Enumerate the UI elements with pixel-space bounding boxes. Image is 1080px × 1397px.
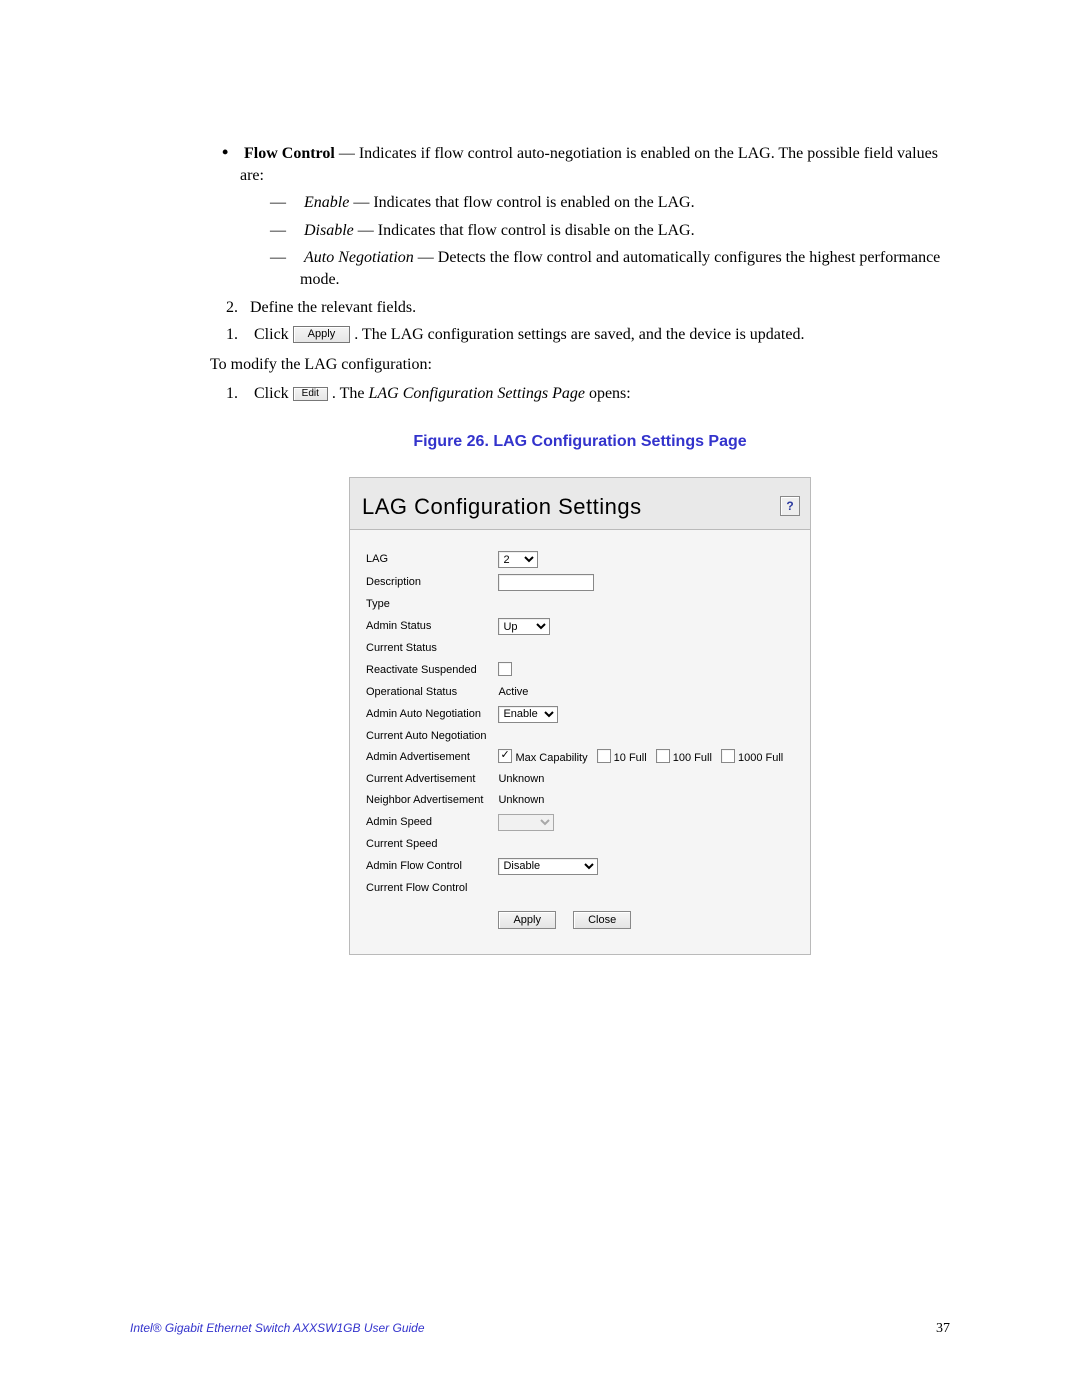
- adv-10full-label: 10 Full: [614, 752, 647, 764]
- footer-title: Intel® Gigabit Ethernet Switch AXXSW1GB …: [130, 1321, 425, 1337]
- reactivate-label: Reactivate Suspended: [362, 659, 494, 682]
- admin-auto-neg-label: Admin Auto Negotiation: [362, 703, 494, 726]
- step-m1-c: opens:: [585, 385, 631, 402]
- step3-b: . The LAG configuration settings are sav…: [354, 326, 804, 343]
- reactivate-checkbox[interactable]: [498, 662, 512, 676]
- admin-speed-select: [498, 814, 554, 831]
- admin-advert-label: Admin Advertisement: [362, 746, 494, 769]
- neighbor-advert-value: Unknown: [494, 790, 793, 811]
- panel-title: LAG Configuration Settings: [362, 492, 642, 522]
- admin-advert-value: Max Capability 10 Full 100 Full 1000 Ful…: [494, 746, 793, 769]
- current-advert-value: Unknown: [494, 769, 793, 790]
- description-label: Description: [362, 571, 494, 594]
- current-advert-label: Current Advertisement: [362, 769, 494, 790]
- neighbor-advert-label: Neighbor Advertisement: [362, 790, 494, 811]
- fc-enable-item: Enable — Indicates that flow control is …: [300, 192, 950, 214]
- current-speed-label: Current Speed: [362, 834, 494, 855]
- page-footer: Intel® Gigabit Ethernet Switch AXXSW1GB …: [130, 1321, 950, 1337]
- flow-control-item: Flow Control — Indicates if flow control…: [240, 140, 950, 291]
- op-status-value: Active: [494, 682, 793, 703]
- description-input[interactable]: [498, 574, 594, 591]
- adv-100full-label: 100 Full: [673, 752, 712, 764]
- op-status-label: Operational Status: [362, 682, 494, 703]
- adv-1000full-label: 1000 Full: [738, 752, 783, 764]
- current-flow-control-label: Current Flow Control: [362, 878, 494, 899]
- fc-auto-item: Auto Negotiation — Detects the flow cont…: [300, 247, 950, 290]
- current-status-value: [494, 638, 793, 659]
- step-3: Click Apply . The LAG configuration sett…: [250, 324, 950, 346]
- current-flow-control-value: [494, 878, 793, 899]
- lag-config-panel: LAG Configuration Settings ? LAG 2 Descr: [349, 477, 811, 955]
- adv-maxcap-label: Max Capability: [515, 752, 587, 764]
- type-label: Type: [362, 594, 494, 615]
- adv-maxcap-checkbox[interactable]: [498, 749, 512, 763]
- apply-button-inline[interactable]: Apply: [293, 326, 351, 343]
- fc-disable-term: Disable: [304, 222, 354, 239]
- admin-flow-control-select[interactable]: Disable: [498, 858, 598, 875]
- current-auto-neg-value: [494, 726, 793, 747]
- document-body: Flow Control — Indicates if flow control…: [210, 140, 950, 955]
- adv-1000full-checkbox[interactable]: [721, 749, 735, 763]
- admin-status-select[interactable]: Up: [498, 618, 550, 635]
- step-m1: Click Edit . The LAG Configuration Setti…: [250, 383, 950, 405]
- edit-button-inline[interactable]: Edit: [293, 387, 328, 401]
- step3-a: Click: [254, 326, 293, 343]
- step-m1-b: . The: [332, 385, 369, 402]
- footer-page-number: 37: [936, 1321, 950, 1337]
- figure-caption: Figure 26. LAG Configuration Settings Pa…: [210, 431, 950, 453]
- admin-auto-neg-select[interactable]: Enable: [498, 706, 558, 723]
- lag-select[interactable]: 2: [498, 551, 538, 568]
- fc-enable-desc: — Indicates that flow control is enabled…: [349, 194, 694, 211]
- adv-10full-checkbox[interactable]: [597, 749, 611, 763]
- panel-close-button[interactable]: Close: [573, 911, 631, 929]
- step-m1-em: LAG Configuration Settings Page: [369, 385, 585, 402]
- modify-intro: To modify the LAG configuration:: [210, 354, 950, 376]
- current-auto-neg-label: Current Auto Negotiation: [362, 726, 494, 747]
- fc-enable-term: Enable: [304, 194, 349, 211]
- admin-flow-control-label: Admin Flow Control: [362, 855, 494, 878]
- flow-control-desc: — Indicates if flow control auto-negotia…: [240, 145, 938, 184]
- help-icon[interactable]: ?: [780, 496, 800, 516]
- step-2: Define the relevant fields.: [250, 297, 950, 319]
- fc-disable-desc: — Indicates that flow control is disable…: [354, 222, 695, 239]
- current-speed-value: [494, 834, 793, 855]
- step-m1-a: Click: [254, 385, 293, 402]
- current-status-label: Current Status: [362, 638, 494, 659]
- admin-speed-label: Admin Speed: [362, 811, 494, 834]
- lag-label: LAG: [362, 548, 494, 571]
- type-value: [494, 594, 793, 615]
- fc-auto-term: Auto Negotiation: [304, 249, 414, 266]
- admin-status-label: Admin Status: [362, 615, 494, 638]
- fc-disable-item: Disable — Indicates that flow control is…: [300, 220, 950, 242]
- panel-apply-button[interactable]: Apply: [498, 911, 556, 929]
- flow-control-heading: Flow Control: [244, 145, 335, 162]
- adv-100full-checkbox[interactable]: [656, 749, 670, 763]
